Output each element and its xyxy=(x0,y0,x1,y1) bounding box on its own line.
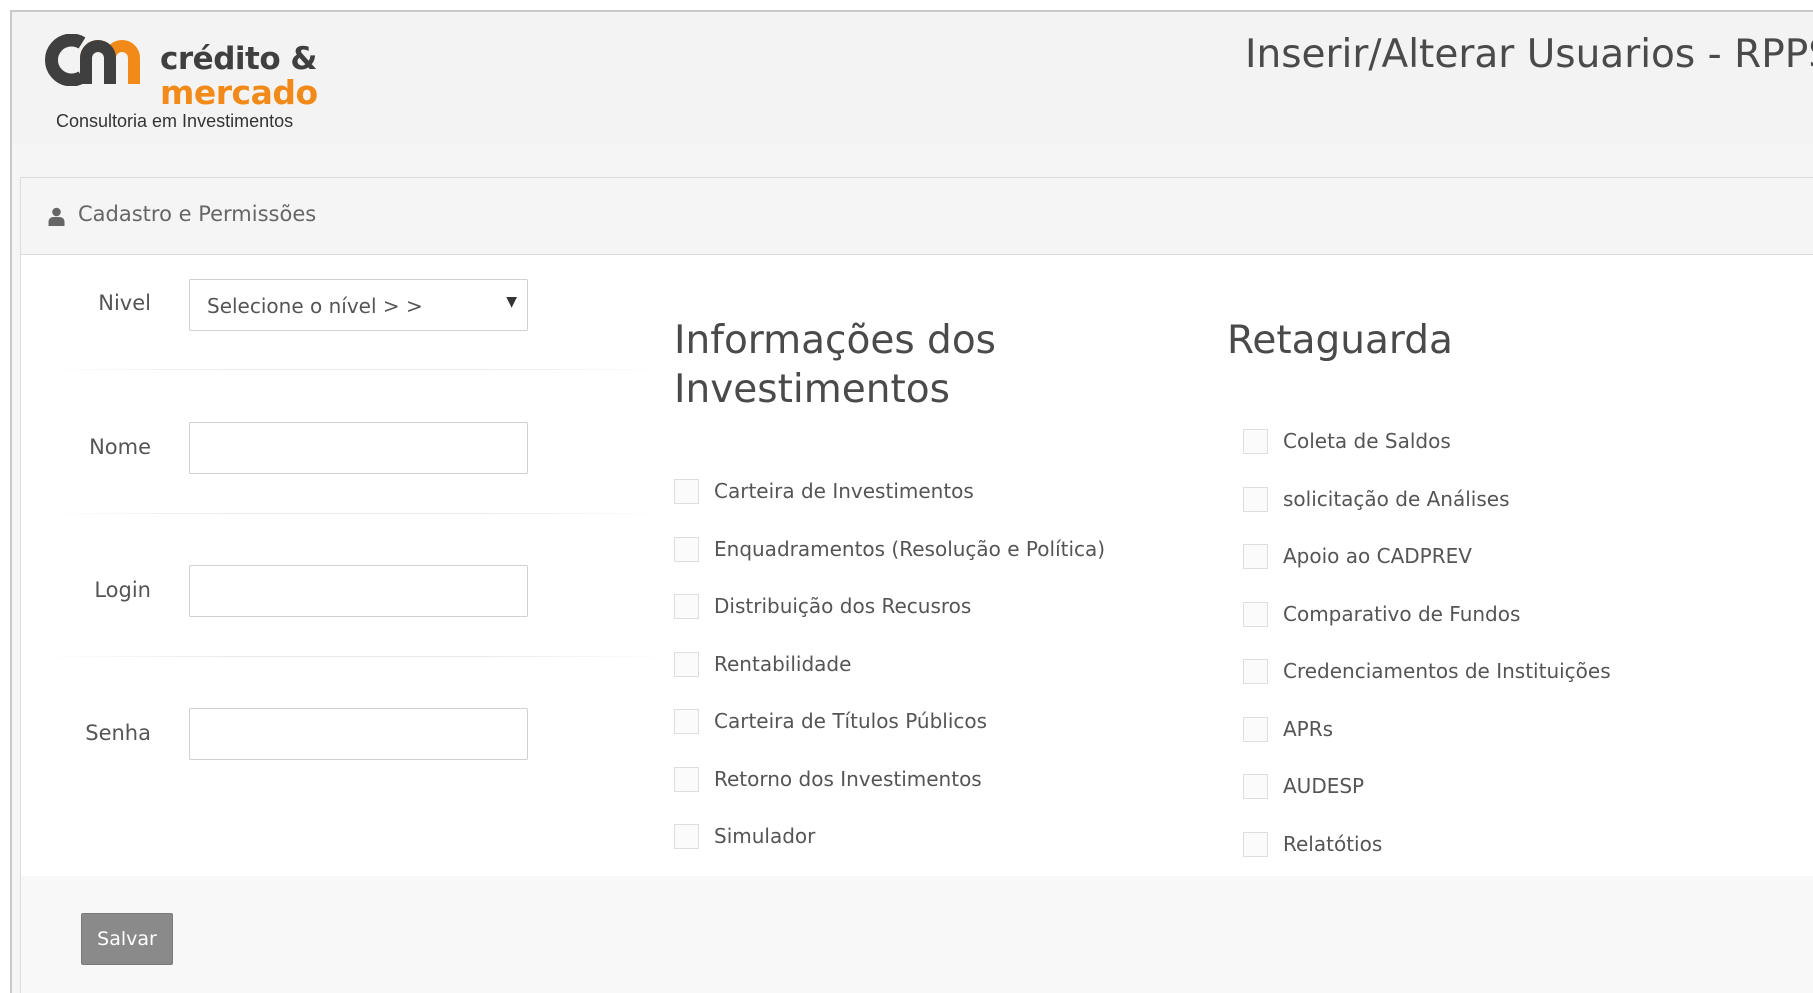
form-divider xyxy=(41,656,671,657)
retaguarda-title: Retaguarda xyxy=(1227,318,1453,363)
form-divider xyxy=(41,369,671,370)
retaguarda-option-label: Coleta de Saldos xyxy=(1283,429,1451,453)
investimento-option-label: Enquadramentos (Resolução e Política) xyxy=(714,536,1106,561)
retaguarda-option-label: Relatótios xyxy=(1283,831,1383,856)
checkbox[interactable] xyxy=(1243,659,1268,684)
investimento-option-label: Distribuição dos Recusros xyxy=(714,594,972,618)
retaguarda-option-label: Apoio ao CADPREV xyxy=(1283,544,1472,568)
senha-row: Senha xyxy=(41,708,671,828)
logo-text-top: crédito & xyxy=(160,41,317,77)
investimento-option-label: Retorno dos Investimentos xyxy=(714,766,982,791)
form-footer xyxy=(21,876,1813,993)
senha-label: Senha xyxy=(85,721,151,745)
senha-input[interactable] xyxy=(189,708,528,760)
checkbox[interactable] xyxy=(1243,544,1268,569)
panel-heading-label: Cadastro e Permissões xyxy=(78,202,317,226)
login-row: Login xyxy=(41,565,671,685)
logo-tagline: Consultoria em Investimentos xyxy=(56,111,294,131)
retaguarda-option-label: Credenciamentos de Instituições xyxy=(1283,659,1611,683)
retaguarda-option-label: APRs xyxy=(1283,716,1334,741)
checkbox[interactable] xyxy=(674,766,699,792)
permissions-panel: Cadastro e Permissões Nivel Selecione o … xyxy=(20,177,1813,993)
checkbox[interactable] xyxy=(674,709,699,734)
panel-heading: Cadastro e Permissões xyxy=(21,178,1813,255)
caret-down-icon: ▼ xyxy=(506,294,517,310)
page-title: Inserir/Alterar Usuarios - RPPS xyxy=(1244,32,1813,77)
nome-input[interactable] xyxy=(189,422,528,474)
user-icon xyxy=(48,207,65,226)
investimento-option-label: Carteira de Títulos Públicos xyxy=(714,709,988,733)
checkbox[interactable] xyxy=(1243,774,1268,799)
brand-logo[interactable]: crédito & mercado Consultoria em Investi… xyxy=(42,34,322,131)
login-label: Login xyxy=(94,578,151,602)
nivel-row: Nivel Selecione o nível > > ▼ xyxy=(41,279,671,399)
checkbox[interactable] xyxy=(1243,429,1268,454)
nivel-select-value: Selecione o nível > > xyxy=(207,294,423,318)
nome-row: Nome xyxy=(41,422,671,542)
save-button[interactable]: Salvar xyxy=(81,913,173,965)
checkbox[interactable] xyxy=(1243,601,1268,627)
investimentos-title: Informações dos Investimentos xyxy=(674,318,996,412)
app-window: crédito & mercado Consultoria em Investi… xyxy=(10,10,1813,993)
nivel-label: Nivel xyxy=(98,291,151,315)
checkbox[interactable] xyxy=(674,536,699,562)
checkbox[interactable] xyxy=(1243,831,1268,857)
nome-label: Nome xyxy=(89,435,151,459)
logo-text-bottom: mercado xyxy=(160,73,318,112)
investimento-option-label: Simulador xyxy=(714,824,816,848)
page-header: crédito & mercado Consultoria em Investi… xyxy=(12,12,1813,144)
login-input[interactable] xyxy=(189,565,528,617)
nivel-select[interactable]: Selecione o nível > > ▼ xyxy=(189,279,528,331)
form-divider xyxy=(41,513,671,514)
retaguarda-option-label: Comparativo de Fundos xyxy=(1283,601,1521,626)
investimento-option-label: Rentabilidade xyxy=(714,651,852,676)
checkbox[interactable] xyxy=(1243,486,1268,512)
investimento-option-label: Carteira de Investimentos xyxy=(714,479,974,503)
retaguarda-option-label: AUDESP xyxy=(1283,774,1365,798)
checkbox[interactable] xyxy=(674,594,699,619)
logo-mark-icon xyxy=(45,34,140,86)
checkbox[interactable] xyxy=(674,479,699,504)
checkbox[interactable] xyxy=(1243,716,1268,742)
checkbox[interactable] xyxy=(674,824,699,849)
retaguarda-option-label: solicitação de Análises xyxy=(1283,486,1510,511)
checkbox[interactable] xyxy=(674,651,699,677)
